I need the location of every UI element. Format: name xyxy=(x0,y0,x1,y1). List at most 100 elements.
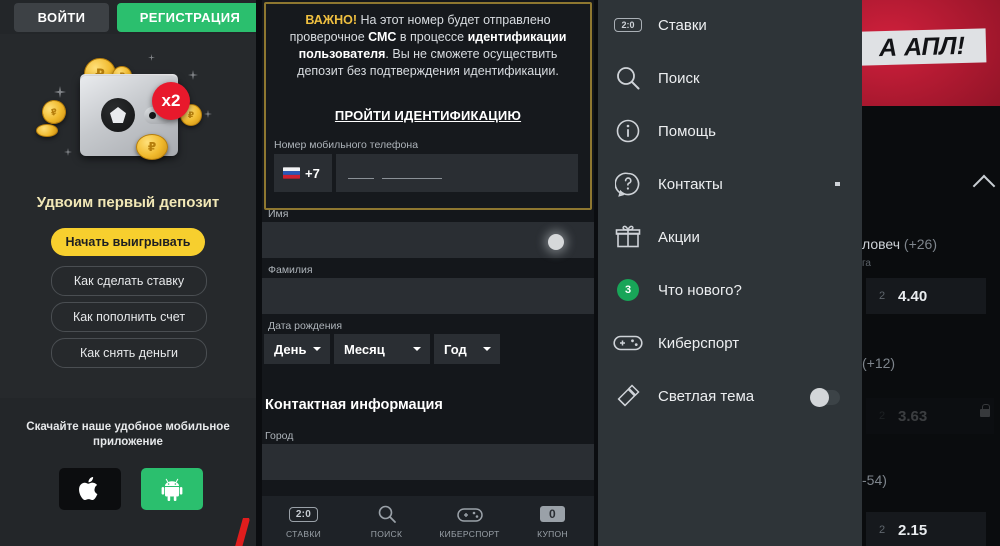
sparkle-icon xyxy=(64,148,72,156)
birth-day-select[interactable]: День xyxy=(264,334,330,364)
coupon-count-icon: 0 xyxy=(511,502,594,526)
menu-item-help[interactable]: Помощь xyxy=(598,106,862,156)
event-market-count-3: -54) xyxy=(862,472,887,488)
event-name-text-1: ловеч xyxy=(862,236,901,252)
registration-panel: ВАЖНО! На этот номер будет отправлено пр… xyxy=(262,0,594,546)
city-label: Город xyxy=(265,430,294,442)
how-to-bet-button[interactable]: Как сделать ставку xyxy=(51,266,207,296)
birth-year-value: Год xyxy=(444,341,467,357)
chevron-down-icon xyxy=(312,347,321,351)
score-chip-icon: 2:0 xyxy=(598,18,658,32)
phone-label: Номер мобильного телефона xyxy=(274,139,419,151)
menu-label-help: Помощь xyxy=(658,122,716,140)
odd-key-1: 2 xyxy=(878,290,886,302)
birth-date-label: Дата рождения xyxy=(268,320,343,332)
score-chip-icon: 2:0 xyxy=(262,502,345,526)
alert-important-word: ВАЖНО! xyxy=(305,13,358,27)
city-input[interactable] xyxy=(262,444,594,480)
alert-sms-word: СМС xyxy=(368,30,397,44)
chevron-up-icon[interactable] xyxy=(972,174,996,198)
sparkle-icon xyxy=(148,54,155,61)
menu-item-light-theme[interactable]: Светлая тема xyxy=(598,371,862,421)
gift-icon xyxy=(598,224,658,250)
paintbrush-icon xyxy=(598,382,658,410)
sparkle-icon xyxy=(204,110,212,118)
menu-item-contacts[interactable]: Контакты xyxy=(598,159,862,209)
nav-label-esports: КИБЕРСПОРТ xyxy=(439,529,500,539)
light-theme-toggle[interactable] xyxy=(810,388,840,407)
menu-item-search[interactable]: Поиск xyxy=(598,53,862,103)
pass-identification-link[interactable]: ПРОЙТИ ИДЕНТИФИКАЦИЮ xyxy=(266,108,590,123)
menu-label-promotions: Акции xyxy=(658,228,700,246)
promo-panel: ВОЙТИ РЕГИСТРАЦИЯ ₽ ₽ ₽ ₽ ₽ x2 xyxy=(0,0,256,546)
odd-row-3[interactable]: 2 2.15 xyxy=(866,512,986,546)
chevron-down-icon xyxy=(483,347,491,351)
bets-chip-glyph: 2:0 xyxy=(288,506,319,522)
odd-value-1: 4.40 xyxy=(898,287,928,305)
country-code-value: +7 xyxy=(305,165,320,181)
sparkle-icon xyxy=(188,70,198,80)
event-name-3[interactable]: -54) xyxy=(862,472,887,488)
odd-value-3: 2.15 xyxy=(898,521,928,539)
menu-label-light-theme: Светлая тема xyxy=(658,387,755,405)
menu-item-esports[interactable]: Киберспорт xyxy=(598,318,862,368)
how-to-deposit-button[interactable]: Как пополнить счет xyxy=(51,302,207,332)
phone-input[interactable] xyxy=(336,154,578,192)
coupon-count-value: 0 xyxy=(540,506,565,522)
coin-icon xyxy=(36,124,58,137)
android-icon xyxy=(161,478,183,501)
nav-item-esports[interactable]: КИБЕРСПОРТ xyxy=(428,502,511,539)
first-name-input[interactable] xyxy=(262,222,594,258)
menu-label-whats-new: Что нового? xyxy=(658,281,742,299)
chevron-down-icon xyxy=(413,347,421,351)
coin-icon: ₽ xyxy=(136,134,168,160)
search-icon xyxy=(598,65,658,91)
wallet-illustration: ₽ ₽ ₽ ₽ ₽ x2 xyxy=(28,52,228,182)
country-code-selector[interactable]: +7 xyxy=(274,154,332,192)
birth-month-select[interactable]: Месяц xyxy=(334,334,430,364)
odd-key-3: 2 xyxy=(878,524,886,536)
first-name-label: Имя xyxy=(268,208,289,220)
sparkle-icon xyxy=(54,86,66,98)
last-name-label: Фамилия xyxy=(268,264,313,276)
login-button[interactable]: ВОЙТИ xyxy=(14,3,109,32)
bottom-nav: 2:0 СТАВКИ ПОИСК КИБЕРСПОРТ 0 КУПОН xyxy=(262,496,594,546)
menu-item-promotions[interactable]: Акции xyxy=(598,212,862,262)
odd-row-1[interactable]: 2 4.40 xyxy=(866,278,986,314)
event-market-count-2: (+12) xyxy=(862,355,896,371)
event-name-1[interactable]: ловеч (+26) xyxy=(862,236,937,252)
menu-item-whats-new[interactable]: 3 Что нового? xyxy=(598,265,862,315)
event-market-count-1: (+26) xyxy=(903,236,937,252)
nav-item-bets[interactable]: 2:0 СТАВКИ xyxy=(262,502,345,539)
question-bubble-icon xyxy=(598,171,658,197)
info-icon xyxy=(598,118,658,144)
nav-label-search: ПОИСК xyxy=(370,529,403,539)
apple-icon xyxy=(79,477,98,500)
event-name-2[interactable]: (+12) xyxy=(862,355,895,371)
download-app-text: Скачайте наше удобное мобильное приложен… xyxy=(26,421,230,448)
menu-item-bets[interactable]: 2:0 Ставки xyxy=(598,0,862,50)
phone-row: +7 xyxy=(274,154,578,192)
register-button[interactable]: РЕГИСТРАЦИЯ xyxy=(117,3,256,32)
gamepad-icon xyxy=(598,333,658,353)
nav-item-coupon[interactable]: 0 КУПОН xyxy=(511,502,594,539)
birth-year-select[interactable]: Год xyxy=(434,334,500,364)
alert-line-2: в процессе xyxy=(396,30,468,44)
nav-item-search[interactable]: ПОИСК xyxy=(345,502,428,539)
bets-chip-glyph: 2:0 xyxy=(614,18,642,32)
download-app-section: Скачайте наше удобное мобильное приложен… xyxy=(0,398,256,546)
bonus-multiplier-badge: x2 xyxy=(152,82,190,120)
screenshot-stage: ВОЙТИ РЕГИСТРАЦИЯ ₽ ₽ ₽ ₽ ₽ x2 xyxy=(0,0,1000,546)
promo-banner[interactable]: А АПЛ! xyxy=(862,0,1000,106)
lock-icon xyxy=(980,404,990,417)
odd-row-2[interactable]: 2 3.63 xyxy=(866,398,994,434)
start-winning-button[interactable]: Начать выигрывать xyxy=(51,228,205,256)
last-name-input[interactable] xyxy=(262,278,594,314)
side-menu-panel: 2:0 Ставки Поиск Помощь Контакты Акции 3… xyxy=(598,0,862,546)
nav-label-coupon: КУПОН xyxy=(537,529,568,539)
how-to-withdraw-button[interactable]: Как снять деньги xyxy=(51,338,207,368)
google-play-button[interactable] xyxy=(141,468,203,510)
touch-cursor xyxy=(548,234,564,250)
alert-text: ВАЖНО! На этот номер будет отправлено пр… xyxy=(278,12,578,80)
app-store-button[interactable] xyxy=(59,468,121,510)
